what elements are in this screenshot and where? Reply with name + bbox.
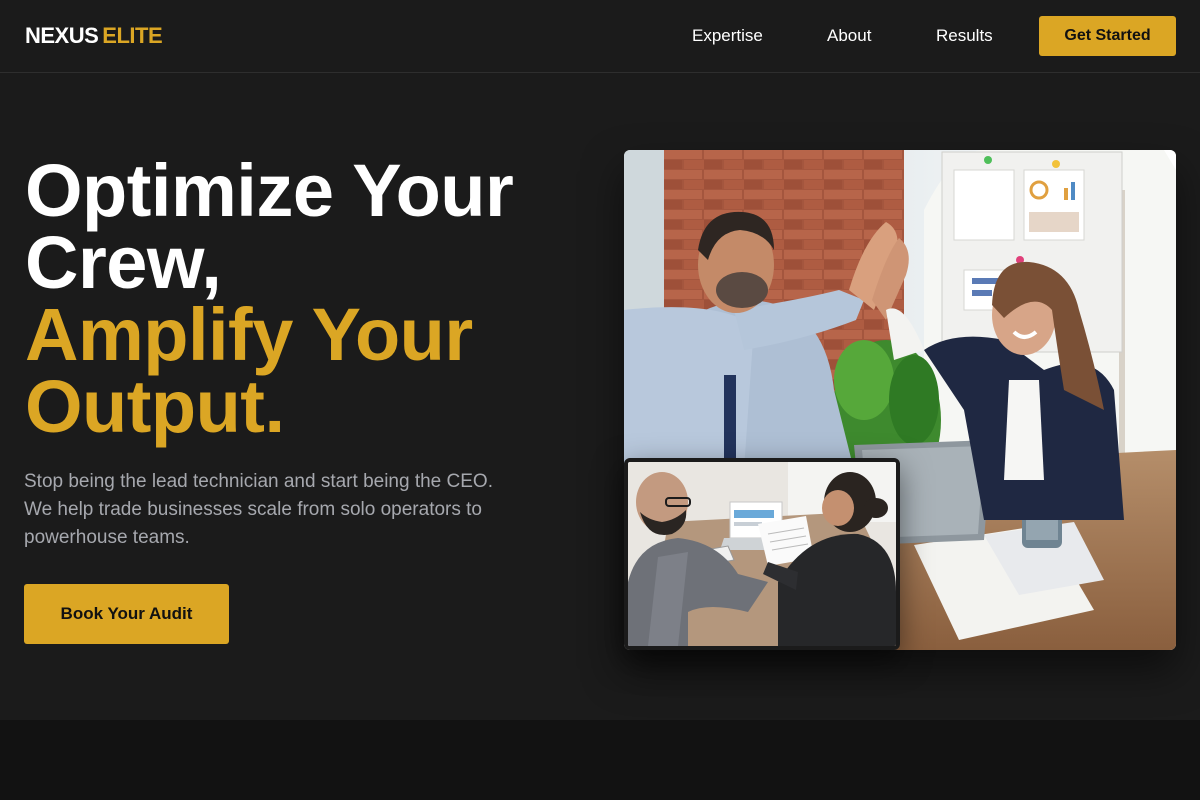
nav-link-expertise[interactable]: Expertise: [692, 24, 763, 48]
brand-name-part1: NEXUS: [25, 23, 99, 48]
nav-link-results[interactable]: Results: [936, 24, 993, 48]
brand-name-part2: ELITE: [102, 23, 163, 48]
hero-headline-line4: Output.: [25, 365, 285, 448]
book-audit-button[interactable]: Book Your Audit: [24, 584, 229, 644]
nav-link-about[interactable]: About: [827, 24, 871, 48]
site-header: NEXUS ELITE Expertise About Results Get S…: [0, 0, 1200, 73]
hero-headline: Optimize Your Crew, Amplify Your Output.: [25, 149, 514, 448]
hero-headline-line2: Crew,: [25, 221, 222, 304]
meeting-documents-photo: [624, 458, 900, 650]
next-section: [0, 720, 1200, 800]
hero-headline-line1: Optimize Your: [25, 149, 514, 232]
hero-headline-line3: Amplify Your: [25, 293, 473, 376]
get-started-button[interactable]: Get Started: [1039, 16, 1176, 56]
brand-logo[interactable]: NEXUS ELITE: [25, 22, 163, 50]
hero-subtitle: Stop being the lead technician and start…: [24, 471, 493, 548]
